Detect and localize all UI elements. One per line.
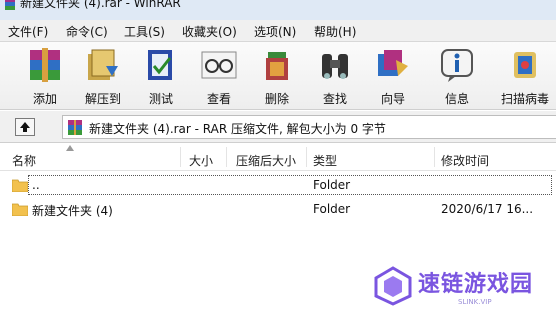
menu-help[interactable]: 帮助(H)	[314, 23, 356, 40]
column-divider[interactable]	[434, 147, 435, 167]
wizard-icon	[378, 50, 408, 76]
column-type[interactable]: 类型	[313, 152, 337, 169]
up-arrow-icon	[20, 122, 30, 132]
test-icon	[148, 50, 172, 80]
watermark-logo-icon	[374, 266, 412, 306]
extract-to-label: 解压到	[84, 92, 121, 106]
column-header-row: 名称 大小 压缩后大小 类型 修改时间	[0, 143, 556, 171]
focus-rectangle	[28, 175, 552, 195]
column-divider[interactable]	[226, 147, 227, 167]
file-modified: 2020/6/17 16...	[441, 202, 534, 216]
up-folder-button[interactable]	[15, 118, 35, 136]
view-glasses-icon	[201, 51, 237, 79]
watermark: 速链游戏园 SLINK.VIP	[360, 258, 556, 312]
menu-options[interactable]: 选项(N)	[254, 23, 296, 40]
rar-archive-icon	[68, 120, 82, 135]
view-label: 查看	[206, 92, 231, 106]
column-name[interactable]: 名称	[12, 152, 36, 169]
column-packed[interactable]: 压缩后大小	[236, 152, 296, 169]
file-row[interactable]: 新建文件夹 (4) Folder 2020/6/17 16...	[0, 198, 556, 220]
toolbar: 添加 解压到 测试 查看 删除 查找 向导 信息 扫描病毒	[0, 42, 556, 110]
virus-scan-button[interactable]: 扫描病毒	[498, 44, 552, 106]
column-modified[interactable]: 修改时间	[441, 152, 489, 169]
info-icon	[441, 49, 473, 82]
title-bar: 新建文件夹 (4).rar - WinRAR	[0, 0, 556, 20]
menu-file[interactable]: 文件(F)	[8, 23, 48, 40]
file-type: Folder	[313, 178, 351, 192]
file-type: Folder	[313, 202, 351, 216]
delete-trash-icon	[266, 52, 288, 80]
file-name: ..	[32, 178, 40, 192]
add-books-icon	[30, 48, 60, 82]
address-bar: 新建文件夹 (4).rar - RAR 压缩文件, 解包大小为 0 字节	[0, 111, 556, 143]
folder-icon	[12, 203, 28, 216]
file-name: 新建文件夹 (4)	[32, 204, 113, 218]
archive-path-text: 新建文件夹 (4).rar - RAR 压缩文件, 解包大小为 0 字节	[89, 122, 386, 136]
info-label: 信息	[444, 92, 469, 106]
column-divider[interactable]	[180, 147, 181, 167]
delete-label: 删除	[264, 92, 289, 106]
sort-ascending-icon	[66, 145, 74, 151]
winrar-app-icon	[5, 0, 15, 10]
extract-to-button[interactable]: 解压到	[76, 44, 130, 106]
info-button[interactable]: 信息	[430, 44, 484, 106]
folder-icon	[12, 179, 28, 192]
column-size[interactable]: 大小	[189, 152, 213, 169]
extract-to-icon	[88, 49, 118, 80]
watermark-text: 速链游戏园	[418, 272, 534, 297]
wizard-button[interactable]: 向导	[366, 44, 420, 106]
window-title: 新建文件夹 (4).rar - WinRAR	[20, 0, 181, 10]
view-button[interactable]: 查看	[192, 44, 246, 106]
find-label: 查找	[322, 92, 347, 106]
add-button[interactable]: 添加	[18, 44, 72, 106]
menu-favorites[interactable]: 收藏夹(O)	[182, 23, 237, 40]
watermark-subtext: SLINK.VIP	[458, 298, 492, 306]
test-label: 测试	[148, 92, 173, 106]
menu-tools[interactable]: 工具(S)	[124, 23, 165, 40]
find-button[interactable]: 查找	[308, 44, 362, 106]
wizard-label: 向导	[380, 92, 405, 106]
column-divider[interactable]	[306, 147, 307, 167]
menu-commands[interactable]: 命令(C)	[66, 23, 108, 40]
file-row-parent[interactable]: .. Folder	[0, 174, 556, 196]
test-button[interactable]: 测试	[134, 44, 188, 106]
add-label: 添加	[32, 92, 57, 106]
menu-bar: 文件(F) 命令(C) 工具(S) 收藏夹(O) 选项(N) 帮助(H)	[0, 20, 556, 42]
find-binoculars-icon	[322, 54, 348, 79]
delete-button[interactable]: 删除	[250, 44, 304, 106]
archive-path-field[interactable]: 新建文件夹 (4).rar - RAR 压缩文件, 解包大小为 0 字节	[62, 115, 556, 139]
virus-scan-label: 扫描病毒	[500, 92, 549, 106]
virus-scan-icon	[514, 52, 536, 78]
